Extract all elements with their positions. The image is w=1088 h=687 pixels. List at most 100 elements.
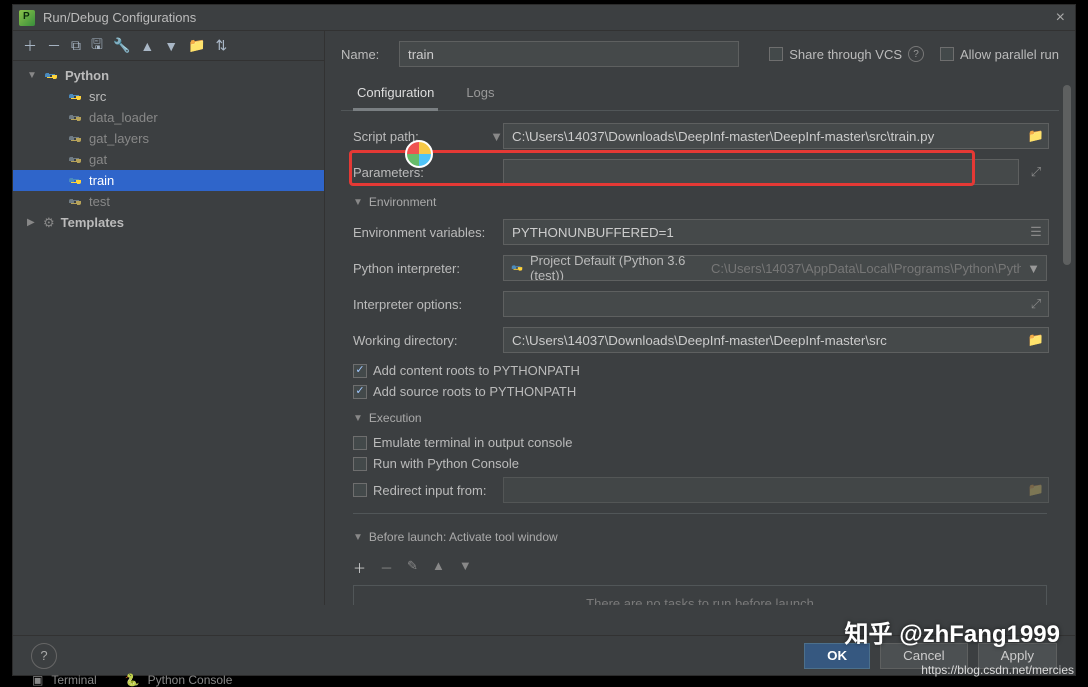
chevron-down-icon: ▼ bbox=[353, 532, 363, 543]
redirect-input-field[interactable] bbox=[503, 477, 1049, 503]
workdir-label: Working directory: bbox=[353, 333, 503, 348]
tree-item-gat[interactable]: gat bbox=[13, 149, 324, 170]
add-task-icon[interactable]: ＋ bbox=[353, 558, 366, 577]
tree-label: test bbox=[89, 194, 110, 209]
tree-label: data_loader bbox=[89, 110, 158, 125]
browse-folder-icon[interactable]: 📁 bbox=[1025, 124, 1047, 148]
browse-folder-icon[interactable]: 📁 bbox=[1025, 328, 1047, 352]
allow-parallel-checkbox[interactable]: Allow parallel run bbox=[940, 47, 1059, 62]
execution-section[interactable]: ▼Execution bbox=[353, 411, 1047, 425]
sidebar-toolbar: ＋ － ⧉ 🖫 🔧 ▲ ▼ 📁 ⇅ bbox=[13, 31, 324, 61]
interp-opts-label: Interpreter options: bbox=[353, 297, 503, 312]
help-button[interactable]: ? bbox=[31, 643, 57, 669]
move-down-icon[interactable]: ▼ bbox=[164, 38, 178, 54]
python-icon bbox=[43, 68, 59, 84]
tree-templates[interactable]: ▶ ⚙ Templates bbox=[13, 212, 324, 233]
add-content-roots-checkbox[interactable]: Add content roots to PYTHONPATH bbox=[353, 363, 1047, 378]
move-up-icon[interactable]: ▲ bbox=[432, 558, 445, 577]
run-with-console-checkbox[interactable]: Run with Python Console bbox=[353, 456, 1047, 471]
config-tree: ▼ Python src data_loader gat_layers gat … bbox=[13, 61, 324, 237]
python-icon bbox=[67, 89, 83, 105]
save-config-icon[interactable]: 🖫 bbox=[91, 34, 103, 58]
expand-icon[interactable]: ⤢ bbox=[1025, 160, 1047, 184]
add-config-icon[interactable]: ＋ bbox=[23, 36, 37, 56]
tree-label: Python bbox=[65, 68, 109, 83]
script-path-label: Script path: bbox=[353, 129, 419, 144]
emulate-terminal-checkbox[interactable]: Emulate terminal in output console bbox=[353, 435, 1047, 450]
env-vars-label: Environment variables: bbox=[353, 225, 503, 240]
interp-opts-input[interactable] bbox=[503, 291, 1049, 317]
remove-config-icon[interactable]: － bbox=[47, 36, 61, 56]
tree-item-data-loader[interactable]: data_loader bbox=[13, 107, 324, 128]
python-icon bbox=[67, 131, 83, 147]
config-tabs: Configuration Logs bbox=[341, 77, 1059, 111]
share-vcs-checkbox[interactable]: Share through VCS? bbox=[769, 46, 924, 62]
tree-label: gat bbox=[89, 152, 107, 167]
python-icon bbox=[510, 261, 524, 275]
config-main: Name: Share through VCS? Allow parallel … bbox=[325, 31, 1075, 605]
interpreter-value: Project Default (Python 3.6 (test)) bbox=[530, 255, 705, 281]
edit-task-icon[interactable]: ✎ bbox=[407, 558, 418, 577]
watermark-url: https://blog.csdn.net/mercies bbox=[921, 663, 1074, 677]
chevron-down-icon: ▼ bbox=[353, 197, 363, 208]
run-debug-config-dialog: Run/Debug Configurations × ＋ － ⧉ 🖫 🔧 ▲ ▼… bbox=[12, 4, 1076, 676]
scroll-thumb[interactable] bbox=[1063, 85, 1071, 265]
environment-section[interactable]: ▼Environment bbox=[353, 195, 1047, 209]
chevron-down-icon: ▼ bbox=[27, 70, 39, 81]
tree-item-gat-layers[interactable]: gat_layers bbox=[13, 128, 324, 149]
window-title: Run/Debug Configurations bbox=[43, 10, 1052, 25]
tree-python-root[interactable]: ▼ Python bbox=[13, 65, 324, 86]
name-label: Name: bbox=[341, 47, 387, 62]
tree-label: Templates bbox=[61, 215, 124, 230]
config-sidebar: ＋ － ⧉ 🖫 🔧 ▲ ▼ 📁 ⇅ ▼ Python src data_load… bbox=[13, 31, 325, 605]
sort-icon[interactable]: ⇅ bbox=[216, 37, 228, 54]
interpreter-label: Python interpreter: bbox=[353, 261, 503, 276]
tree-item-test[interactable]: test bbox=[13, 191, 324, 212]
before-launch-section[interactable]: ▼Before launch: Activate tool window bbox=[353, 530, 1047, 544]
redirect-input-checkbox[interactable]: Redirect input from: bbox=[353, 483, 503, 498]
gear-icon: ⚙ bbox=[43, 215, 55, 231]
share-label: Share through VCS bbox=[789, 47, 902, 62]
tab-configuration[interactable]: Configuration bbox=[353, 77, 438, 111]
no-tasks-message: There are no tasks to run before launch bbox=[353, 585, 1047, 605]
add-source-roots-checkbox[interactable]: Add source roots to PYTHONPATH bbox=[353, 384, 1047, 399]
interpreter-path: C:\Users\14037\AppData\Local\Programs\Py… bbox=[711, 261, 1021, 276]
python-icon bbox=[67, 194, 83, 210]
interpreter-select[interactable]: Project Default (Python 3.6 (test)) C:\U… bbox=[503, 255, 1047, 281]
expand-icon[interactable]: ⤢ bbox=[1025, 292, 1047, 316]
move-up-icon[interactable]: ▲ bbox=[140, 38, 154, 54]
python-icon bbox=[67, 152, 83, 168]
tree-label: train bbox=[89, 173, 114, 188]
tree-label: src bbox=[89, 89, 106, 104]
env-vars-input[interactable] bbox=[503, 219, 1049, 245]
vertical-scrollbar[interactable] bbox=[1063, 85, 1073, 625]
parameters-label: Parameters: bbox=[353, 165, 503, 180]
chevron-down-icon: ▼ bbox=[353, 413, 363, 424]
folder-icon[interactable]: 📁 bbox=[188, 37, 205, 54]
script-path-input[interactable] bbox=[503, 123, 1049, 149]
name-input[interactable] bbox=[399, 41, 739, 67]
watermark-text: 知乎 @zhFang1999 bbox=[845, 614, 1060, 649]
python-icon bbox=[67, 110, 83, 126]
chevron-right-icon: ▶ bbox=[27, 217, 39, 228]
parameters-input[interactable] bbox=[503, 159, 1019, 185]
tree-item-train[interactable]: train bbox=[13, 170, 324, 191]
app-icon bbox=[19, 10, 35, 26]
move-down-icon[interactable]: ▼ bbox=[459, 558, 472, 577]
close-icon[interactable]: × bbox=[1052, 9, 1069, 27]
wrench-icon[interactable]: 🔧 bbox=[113, 37, 130, 54]
parallel-label: Allow parallel run bbox=[960, 47, 1059, 62]
help-icon[interactable]: ? bbox=[908, 46, 924, 62]
script-path-dropdown-icon[interactable]: ▼ bbox=[490, 129, 503, 144]
copy-config-icon[interactable]: ⧉ bbox=[71, 37, 81, 54]
tree-item-src[interactable]: src bbox=[13, 86, 324, 107]
python-icon bbox=[67, 173, 83, 189]
tree-label: gat_layers bbox=[89, 131, 149, 146]
tab-logs[interactable]: Logs bbox=[462, 77, 498, 110]
user-badge-icon bbox=[405, 140, 433, 168]
workdir-input[interactable] bbox=[503, 327, 1049, 353]
titlebar: Run/Debug Configurations × bbox=[13, 5, 1075, 31]
remove-task-icon[interactable]: － bbox=[380, 558, 393, 577]
list-icon[interactable]: ☰ bbox=[1025, 220, 1047, 244]
chevron-down-icon: ▼ bbox=[1027, 261, 1040, 276]
